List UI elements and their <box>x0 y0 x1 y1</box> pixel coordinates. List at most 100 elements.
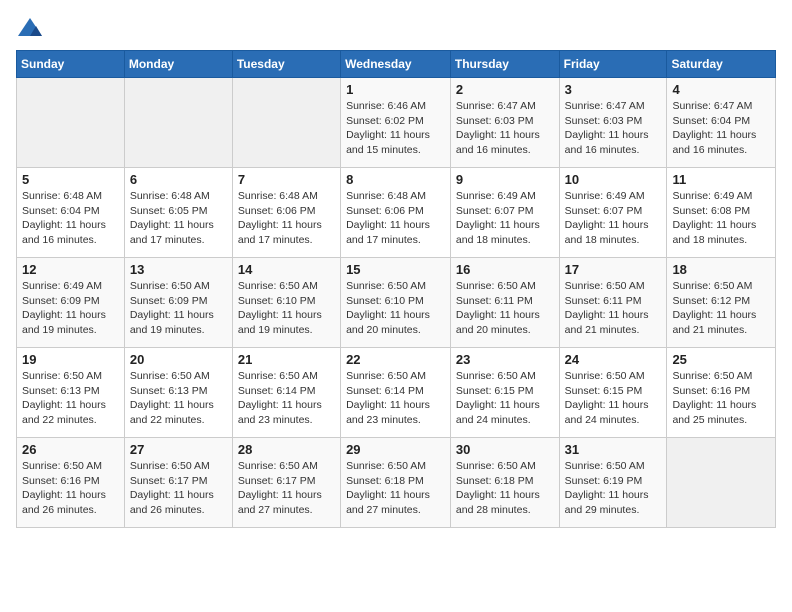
day-info: Sunrise: 6:50 AMSunset: 6:15 PMDaylight:… <box>456 369 554 428</box>
calendar-cell: 26Sunrise: 6:50 AMSunset: 6:16 PMDayligh… <box>17 438 125 528</box>
day-number: 6 <box>130 172 227 187</box>
calendar-cell: 20 Sunrise: 6:50 AMSunset: 6:13 PMDayligh… <box>124 348 232 438</box>
calendar-header: SundayMondayTuesdayWednesdayThursdayFrid… <box>17 51 776 78</box>
weekday-header-wednesday: Wednesday <box>341 51 451 78</box>
day-number: 23 <box>456 352 554 367</box>
day-number: 29 <box>346 442 445 457</box>
calendar-cell: 17 Sunrise: 6:50 AMSunset: 6:11 PMDayligh… <box>559 258 667 348</box>
calendar-cell: 25 Sunrise: 6:50 AMSunset: 6:16 PMDayligh… <box>667 348 776 438</box>
day-number: 24 <box>565 352 662 367</box>
day-info: Sunrise: 6:50 AMSunset: 6:19 PMDaylight:… <box>565 459 662 518</box>
day-info: Sunrise: 6:50 AMSunset: 6:16 PMDaylight:… <box>672 369 770 428</box>
calendar-cell: 13Sunrise: 6:50 AMSunset: 6:09 PMDayligh… <box>124 258 232 348</box>
calendar-cell: 24Sunrise: 6:50 AMSunset: 6:15 PMDayligh… <box>559 348 667 438</box>
day-info: Sunrise: 6:50 AMSunset: 6:12 PMDaylight:… <box>672 279 770 338</box>
calendar-cell: 29 Sunrise: 6:50 AMSunset: 6:18 PMDayligh… <box>341 438 451 528</box>
weekday-header-monday: Monday <box>124 51 232 78</box>
day-number: 1 <box>346 82 445 97</box>
day-info: Sunrise: 6:50 AMSunset: 6:17 PMDaylight:… <box>130 459 227 518</box>
day-info: Sunrise: 6:48 AMSunset: 6:06 PMDaylight:… <box>346 189 445 248</box>
day-info: Sunrise: 6:47 AMSunset: 6:03 PMDaylight:… <box>456 99 554 158</box>
calendar-week-5: 26Sunrise: 6:50 AMSunset: 6:16 PMDayligh… <box>17 438 776 528</box>
day-number: 10 <box>565 172 662 187</box>
calendar-cell <box>667 438 776 528</box>
calendar-cell: 23 Sunrise: 6:50 AMSunset: 6:15 PMDayligh… <box>450 348 559 438</box>
day-number: 7 <box>238 172 335 187</box>
day-info: Sunrise: 6:50 AMSunset: 6:14 PMDaylight:… <box>238 369 335 428</box>
calendar-cell: 30 Sunrise: 6:50 AMSunset: 6:18 PMDayligh… <box>450 438 559 528</box>
day-number: 28 <box>238 442 335 457</box>
day-info: Sunrise: 6:47 AMSunset: 6:03 PMDaylight:… <box>565 99 662 158</box>
day-info: Sunrise: 6:49 AMSunset: 6:08 PMDaylight:… <box>672 189 770 248</box>
calendar-body: 1 Sunrise: 6:46 AMSunset: 6:02 PMDaylight… <box>17 78 776 528</box>
day-number: 21 <box>238 352 335 367</box>
day-number: 18 <box>672 262 770 277</box>
day-number: 12 <box>22 262 119 277</box>
page-header <box>16 16 776 40</box>
calendar-cell: 10 Sunrise: 6:49 AMSunset: 6:07 PMDayligh… <box>559 168 667 258</box>
calendar-cell: 1 Sunrise: 6:46 AMSunset: 6:02 PMDaylight… <box>341 78 451 168</box>
calendar-cell: 16Sunrise: 6:50 AMSunset: 6:11 PMDayligh… <box>450 258 559 348</box>
calendar-cell: 7 Sunrise: 6:48 AMSunset: 6:06 PMDaylight… <box>232 168 340 258</box>
calendar-cell: 5Sunrise: 6:48 AMSunset: 6:04 PMDaylight… <box>17 168 125 258</box>
day-info: Sunrise: 6:50 AMSunset: 6:10 PMDaylight:… <box>238 279 335 338</box>
day-number: 9 <box>456 172 554 187</box>
day-info: Sunrise: 6:47 AMSunset: 6:04 PMDaylight:… <box>672 99 770 158</box>
day-number: 17 <box>565 262 662 277</box>
logo <box>16 16 48 40</box>
day-info: Sunrise: 6:50 AMSunset: 6:10 PMDaylight:… <box>346 279 445 338</box>
day-info: Sunrise: 6:49 AMSunset: 6:07 PMDaylight:… <box>456 189 554 248</box>
day-info: Sunrise: 6:50 AMSunset: 6:13 PMDaylight:… <box>22 369 119 428</box>
day-number: 4 <box>672 82 770 97</box>
calendar-week-3: 12 Sunrise: 6:49 AMSunset: 6:09 PMDayligh… <box>17 258 776 348</box>
day-number: 27 <box>130 442 227 457</box>
calendar-cell: 15 Sunrise: 6:50 AMSunset: 6:10 PMDayligh… <box>341 258 451 348</box>
day-info: Sunrise: 6:50 AMSunset: 6:11 PMDaylight:… <box>565 279 662 338</box>
day-number: 30 <box>456 442 554 457</box>
day-info: Sunrise: 6:50 AMSunset: 6:18 PMDaylight:… <box>346 459 445 518</box>
weekday-header-tuesday: Tuesday <box>232 51 340 78</box>
calendar-week-1: 1 Sunrise: 6:46 AMSunset: 6:02 PMDaylight… <box>17 78 776 168</box>
calendar-cell <box>232 78 340 168</box>
weekday-header-thursday: Thursday <box>450 51 559 78</box>
day-info: Sunrise: 6:50 AMSunset: 6:14 PMDaylight:… <box>346 369 445 428</box>
calendar-week-4: 19Sunrise: 6:50 AMSunset: 6:13 PMDayligh… <box>17 348 776 438</box>
calendar-cell: 28 Sunrise: 6:50 AMSunset: 6:17 PMDayligh… <box>232 438 340 528</box>
day-number: 11 <box>672 172 770 187</box>
calendar-cell: 3Sunrise: 6:47 AMSunset: 6:03 PMDaylight… <box>559 78 667 168</box>
calendar-table: SundayMondayTuesdayWednesdayThursdayFrid… <box>16 50 776 528</box>
calendar-cell: 31 Sunrise: 6:50 AMSunset: 6:19 PMDayligh… <box>559 438 667 528</box>
day-info: Sunrise: 6:46 AMSunset: 6:02 PMDaylight:… <box>346 99 445 158</box>
day-number: 20 <box>130 352 227 367</box>
weekday-header-saturday: Saturday <box>667 51 776 78</box>
calendar-cell: 27 Sunrise: 6:50 AMSunset: 6:17 PMDayligh… <box>124 438 232 528</box>
day-info: Sunrise: 6:48 AMSunset: 6:06 PMDaylight:… <box>238 189 335 248</box>
calendar-cell: 18 Sunrise: 6:50 AMSunset: 6:12 PMDayligh… <box>667 258 776 348</box>
day-info: Sunrise: 6:49 AMSunset: 6:09 PMDaylight:… <box>22 279 119 338</box>
weekday-header-sunday: Sunday <box>17 51 125 78</box>
day-number: 5 <box>22 172 119 187</box>
day-number: 25 <box>672 352 770 367</box>
logo-icon <box>16 16 44 40</box>
day-info: Sunrise: 6:49 AMSunset: 6:07 PMDaylight:… <box>565 189 662 248</box>
day-info: Sunrise: 6:50 AMSunset: 6:13 PMDaylight:… <box>130 369 227 428</box>
calendar-cell <box>124 78 232 168</box>
day-number: 16 <box>456 262 554 277</box>
day-number: 26 <box>22 442 119 457</box>
calendar-cell: 14Sunrise: 6:50 AMSunset: 6:10 PMDayligh… <box>232 258 340 348</box>
calendar-cell: 21 Sunrise: 6:50 AMSunset: 6:14 PMDayligh… <box>232 348 340 438</box>
day-number: 15 <box>346 262 445 277</box>
calendar-cell: 12 Sunrise: 6:49 AMSunset: 6:09 PMDayligh… <box>17 258 125 348</box>
day-number: 31 <box>565 442 662 457</box>
day-info: Sunrise: 6:50 AMSunset: 6:17 PMDaylight:… <box>238 459 335 518</box>
weekday-header-friday: Friday <box>559 51 667 78</box>
calendar-cell: 19Sunrise: 6:50 AMSunset: 6:13 PMDayligh… <box>17 348 125 438</box>
calendar-cell: 11 Sunrise: 6:49 AMSunset: 6:08 PMDayligh… <box>667 168 776 258</box>
calendar-cell <box>17 78 125 168</box>
day-number: 8 <box>346 172 445 187</box>
calendar-cell: 22 Sunrise: 6:50 AMSunset: 6:14 PMDayligh… <box>341 348 451 438</box>
day-number: 13 <box>130 262 227 277</box>
day-info: Sunrise: 6:50 AMSunset: 6:18 PMDaylight:… <box>456 459 554 518</box>
calendar-cell: 9 Sunrise: 6:49 AMSunset: 6:07 PMDaylight… <box>450 168 559 258</box>
day-number: 22 <box>346 352 445 367</box>
